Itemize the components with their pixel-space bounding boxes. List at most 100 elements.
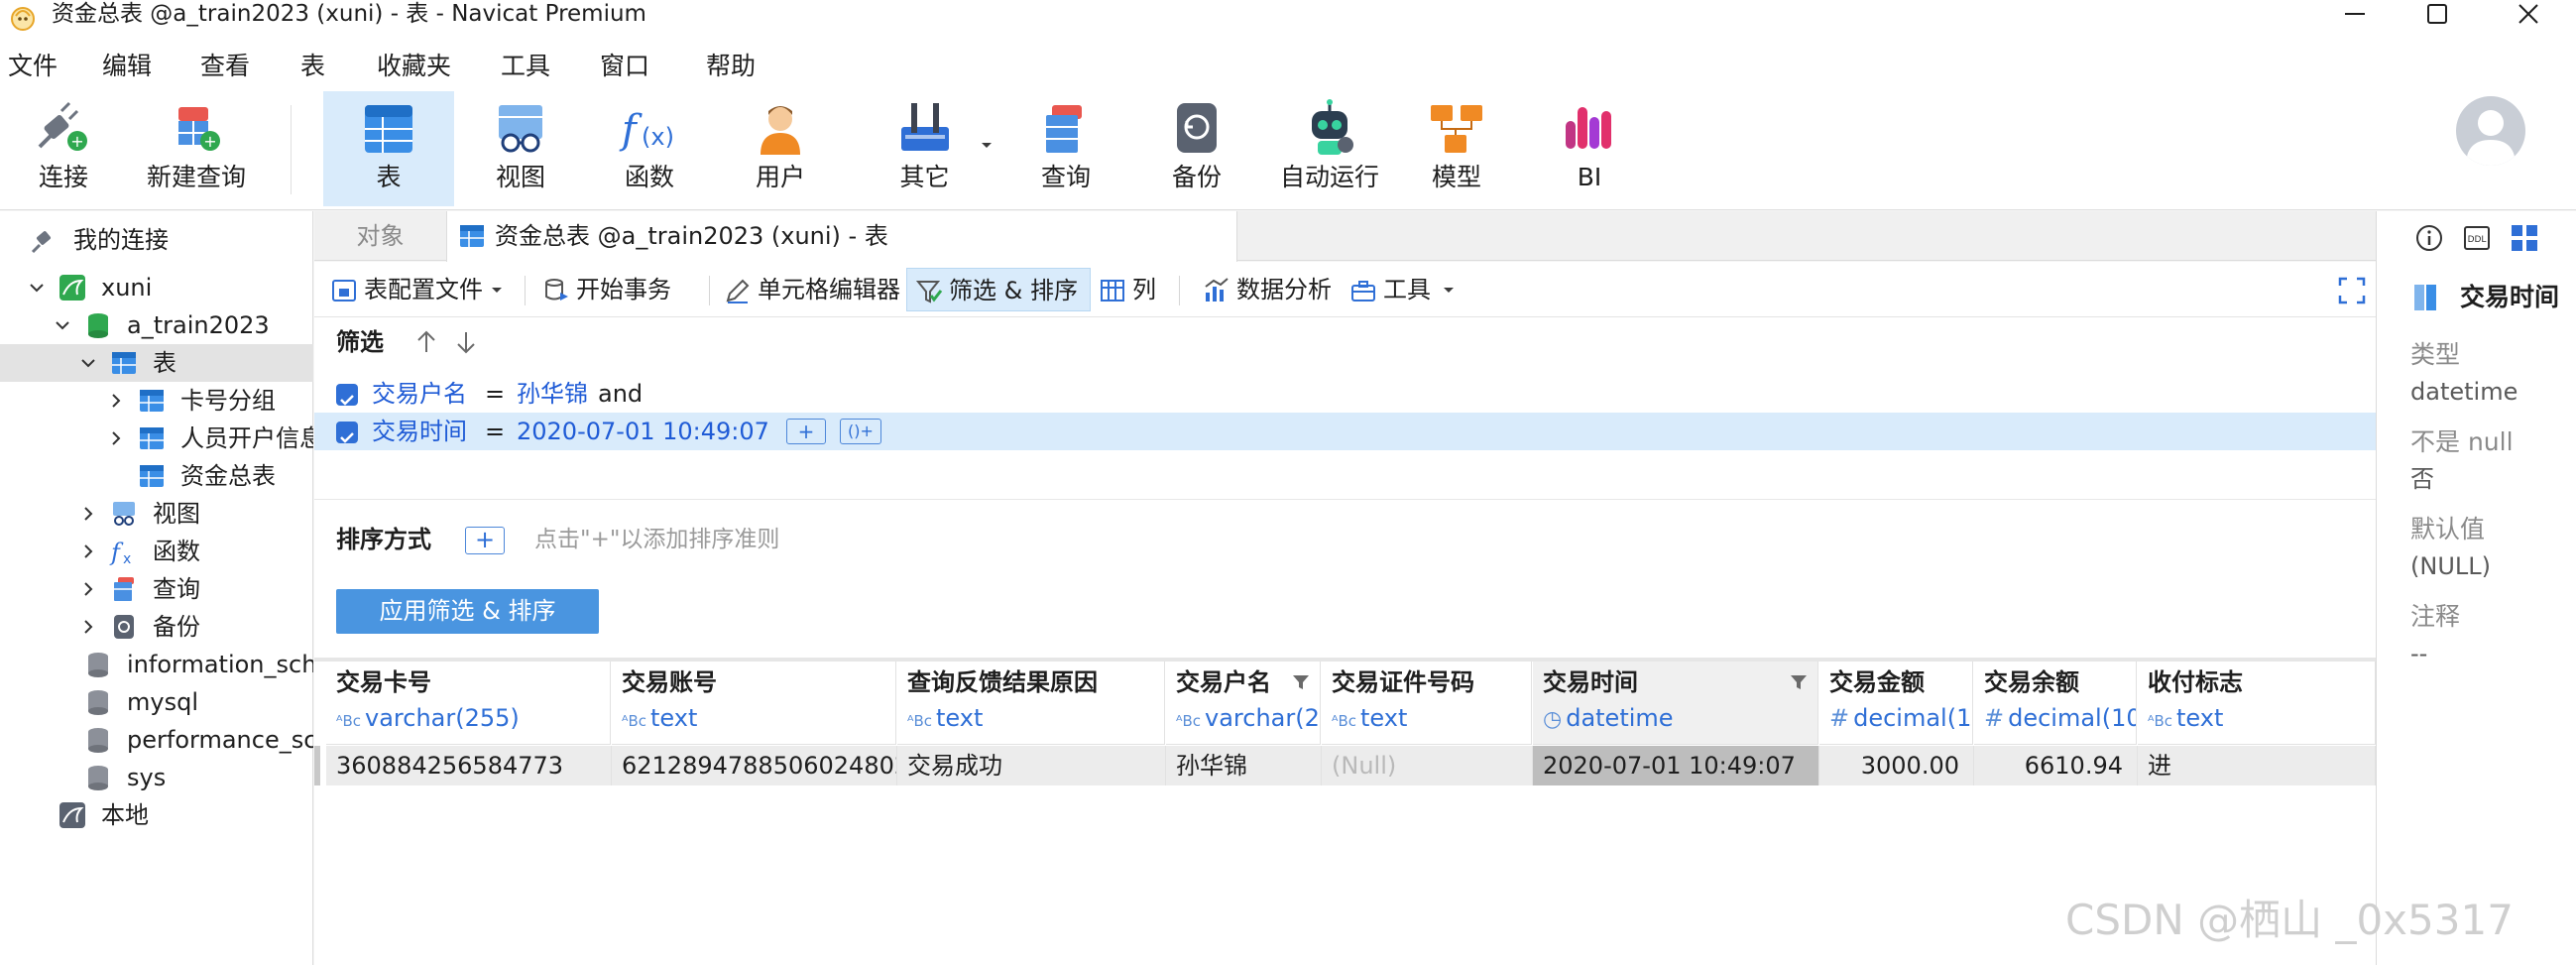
fullscreen-icon[interactable] (2337, 276, 2367, 305)
table-cell-null[interactable]: (Null) (1322, 746, 1533, 785)
filter-funnel-icon[interactable] (1291, 672, 1311, 692)
column-header[interactable]: 交易账号 ᴬBc text (612, 662, 896, 745)
filter-checkbox[interactable] (336, 384, 358, 406)
table-profile-button[interactable]: 表配置文件 (322, 268, 517, 311)
column-header[interactable]: 交易户名 ᴬBcvarchar(255) (1166, 662, 1321, 745)
tab-objects[interactable]: 对象 (314, 211, 446, 261)
chevron-right-icon[interactable] (79, 505, 97, 523)
query-button[interactable]: 查询 (1011, 91, 1120, 206)
tree-database[interactable]: a_train2023 (0, 306, 313, 344)
chevron-right-icon[interactable] (107, 429, 125, 447)
begin-transaction-button[interactable]: 开始事务 (534, 268, 703, 311)
backup-button[interactable]: 备份 (1142, 91, 1251, 206)
cell-editor-button[interactable]: 单元格编辑器 (716, 268, 914, 311)
add-group-button[interactable]: ()+ (840, 419, 881, 444)
table-cell[interactable]: 6610.94 (1974, 746, 2138, 785)
tree-functions-node[interactable]: f x 函数 (0, 533, 313, 570)
dropdown-icon[interactable] (491, 287, 503, 295)
chevron-right-icon[interactable] (79, 580, 97, 598)
model-button[interactable]: 模型 (1402, 91, 1511, 206)
menu-table[interactable]: 表 (300, 52, 325, 81)
tree-table-item[interactable]: 卡号分组 (0, 382, 313, 420)
close-button[interactable] (2494, 0, 2563, 28)
column-header[interactable]: 交易证件号码 ᴬBc text (1322, 662, 1532, 745)
tree-queries-node[interactable]: 查询 (0, 570, 313, 608)
columns-button[interactable]: 列 (1091, 268, 1170, 311)
filter-value[interactable]: 2020-07-01 10:49:07 (517, 413, 769, 450)
new-query-button[interactable]: + 新建查询 (137, 91, 256, 206)
menu-window[interactable]: 窗口 (600, 52, 649, 81)
column-header[interactable]: 交易卡号 ᴬBc varchar(255) (326, 662, 611, 745)
filter-field[interactable]: 交易时间 (372, 413, 467, 450)
filter-checkbox[interactable] (336, 422, 358, 443)
tree-table-item[interactable]: 资金总表 (0, 457, 313, 495)
user-avatar[interactable] (2456, 96, 2525, 166)
add-sort-button[interactable]: + (465, 527, 505, 554)
column-header-selected[interactable]: 交易时间 ◷ datetime (1533, 662, 1818, 745)
table-cell[interactable]: 孙华锦 (1166, 746, 1322, 785)
table-cell[interactable]: 交易成功 (897, 746, 1166, 785)
filter-operator[interactable]: = (485, 413, 505, 450)
chevron-down-icon[interactable] (28, 279, 46, 297)
tree-database-other[interactable]: information_schema (0, 646, 313, 683)
filter-condition-row[interactable]: 交易户名 = 孙华锦 and (314, 375, 2376, 413)
tree-my-connections[interactable]: 我的连接 (0, 221, 313, 259)
tree-views-node[interactable]: 视图 (0, 495, 313, 533)
minimize-button[interactable] (2320, 0, 2390, 28)
table-cell-selected[interactable]: 2020-07-01 10:49:07 (1533, 746, 1819, 785)
menu-favorites[interactable]: 收藏夹 (377, 52, 451, 81)
maximize-button[interactable] (2402, 0, 2472, 28)
table-button[interactable]: 表 (323, 91, 454, 206)
data-analysis-button[interactable]: 数据分析 (1195, 268, 1353, 311)
menu-help[interactable]: 帮助 (706, 52, 756, 81)
tree-connection-xuni[interactable]: xuni (0, 269, 313, 306)
user-button[interactable]: 用户 (726, 91, 835, 206)
other-button[interactable]: 其它 (873, 91, 977, 206)
tab-active-table[interactable]: 资金总表 @a_train2023 (xuni) - 表 (446, 211, 1237, 262)
arrow-up-icon[interactable] (413, 329, 439, 355)
table-cell[interactable]: 360884256584773 (326, 746, 612, 785)
arrow-down-icon[interactable] (453, 329, 479, 355)
tree-tables-node[interactable]: 表 (0, 344, 313, 382)
filter-field[interactable]: 交易户名 (372, 375, 467, 413)
other-dropdown-icon[interactable] (980, 141, 994, 151)
view-button[interactable]: 视图 (466, 91, 575, 206)
tree-database-other[interactable]: performance_schema (0, 721, 313, 759)
apply-filter-sort-button[interactable]: 应用筛选 & 排序 (336, 589, 599, 634)
grid-view-icon[interactable] (2510, 223, 2539, 253)
table-cell[interactable]: 3000.00 (1819, 746, 1974, 785)
chevron-down-icon[interactable] (54, 316, 71, 334)
table-cell[interactable]: 6212894788506024802 (612, 746, 897, 785)
filter-condition-row[interactable]: 交易时间 = 2020-07-01 10:49:07 + ()+ (314, 413, 2376, 450)
menu-file[interactable]: 文件 (8, 52, 58, 81)
chevron-right-icon[interactable] (79, 543, 97, 560)
filter-funnel-icon[interactable] (1789, 672, 1809, 692)
menu-tools[interactable]: 工具 (501, 52, 550, 81)
menu-edit[interactable]: 编辑 (102, 52, 152, 81)
dropdown-icon[interactable] (1443, 287, 1455, 295)
chevron-right-icon[interactable] (107, 392, 125, 410)
info-icon[interactable] (2414, 223, 2444, 253)
tree-database-other[interactable]: sys (0, 759, 313, 796)
tree-database-other[interactable]: mysql (0, 683, 313, 721)
column-header[interactable]: 收付标志 ᴬBc text (2138, 662, 2376, 745)
automation-button[interactable]: 自动运行 (1269, 91, 1390, 206)
chevron-down-icon[interactable] (79, 354, 97, 372)
filter-value[interactable]: 孙华锦 (517, 375, 588, 413)
column-header[interactable]: 查询反馈结果原因 ᴬBc text (897, 662, 1165, 745)
filter-operator[interactable]: = (485, 375, 505, 413)
tree-table-item[interactable]: 人员开户信息 (0, 420, 313, 457)
column-header[interactable]: 交易余额 #decimal(10,2) (1974, 662, 2137, 745)
tree-backups-node[interactable]: 备份 (0, 608, 313, 646)
column-header[interactable]: 交易金额 #decimal(10,2) (1819, 662, 1973, 745)
row-indicator[interactable] (314, 746, 320, 785)
filter-sort-button[interactable]: 筛选 & 排序 (906, 268, 1091, 311)
table-cell[interactable]: 进 (2138, 746, 2376, 785)
tree-local[interactable]: 本地 (0, 796, 313, 834)
filter-joiner[interactable]: and (598, 375, 643, 413)
add-condition-button[interactable]: + (786, 419, 826, 444)
function-button[interactable]: f (x) 函数 (595, 91, 704, 206)
menu-view[interactable]: 查看 (200, 52, 250, 81)
chevron-right-icon[interactable] (79, 618, 97, 636)
bi-button[interactable]: BI (1535, 91, 1644, 206)
